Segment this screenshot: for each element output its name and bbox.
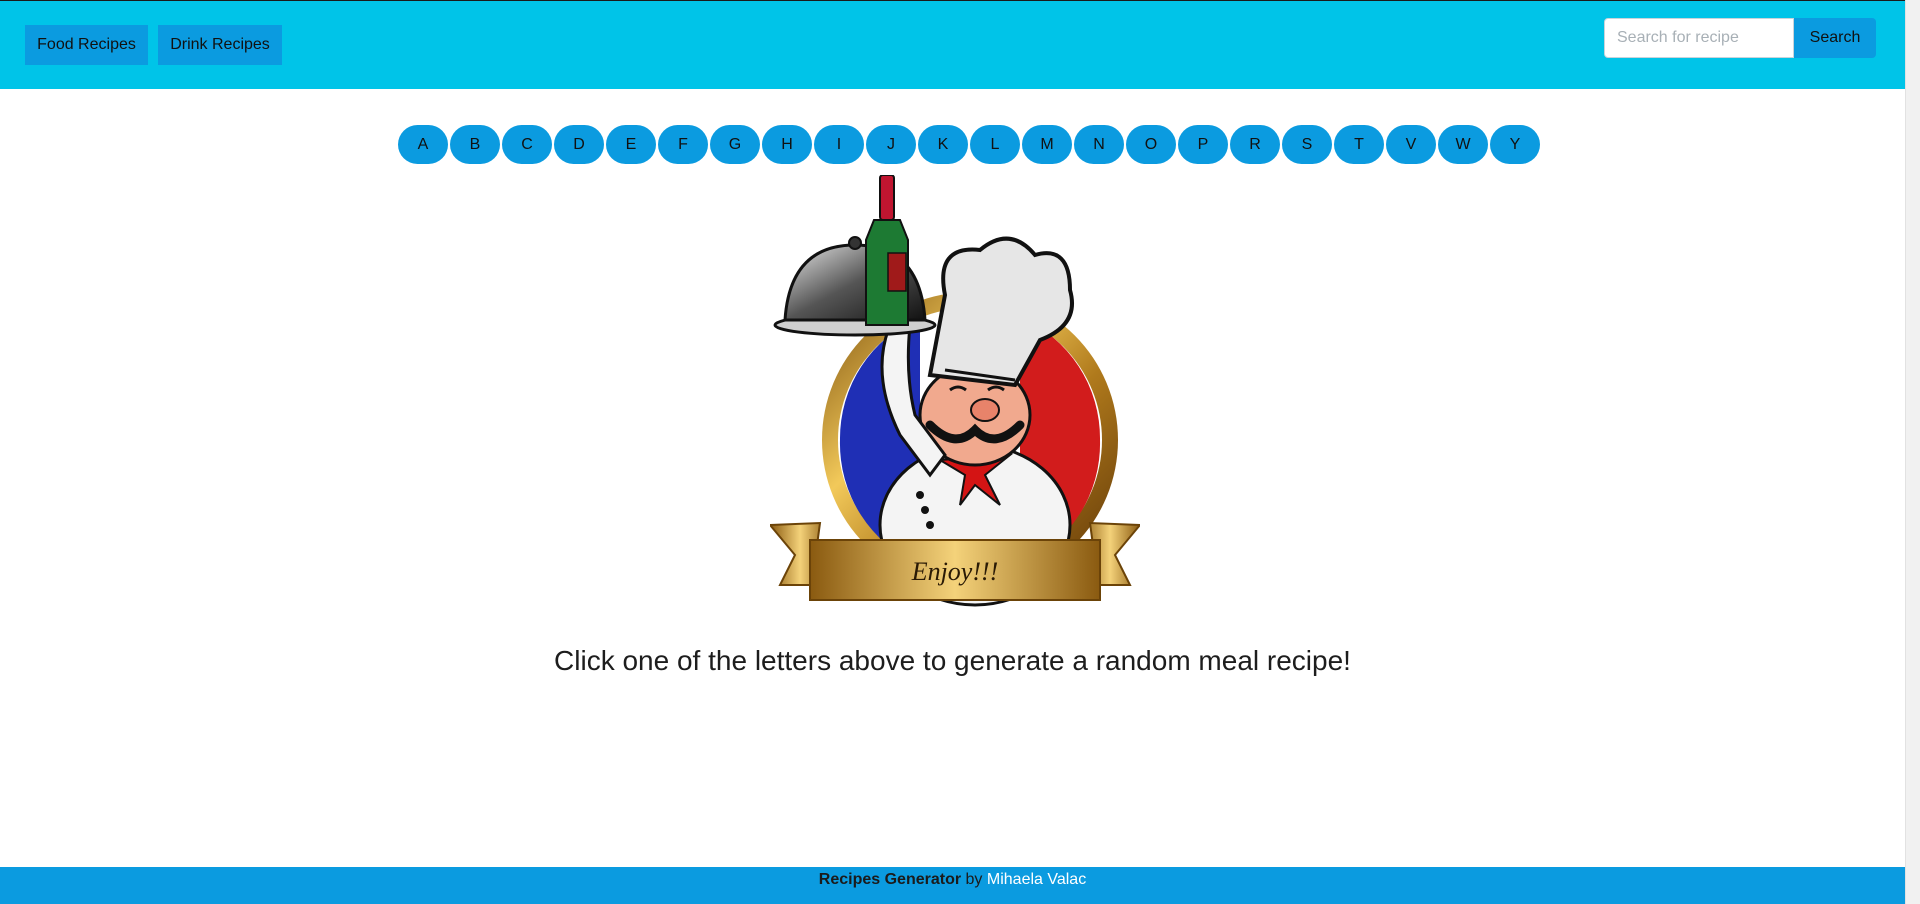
search-input[interactable] xyxy=(1604,18,1794,58)
letter-button-a[interactable]: A xyxy=(398,125,448,164)
ribbon-text: Enjoy!!! xyxy=(911,557,999,586)
chef-illustration: Enjoy!!! xyxy=(770,175,1140,607)
letter-button-m[interactable]: M xyxy=(1022,125,1072,164)
letter-button-o[interactable]: O xyxy=(1126,125,1176,164)
letter-button-v[interactable]: V xyxy=(1386,125,1436,164)
food-recipes-button[interactable]: Food Recipes xyxy=(25,25,148,65)
letter-buttons: ABCDEFGHIJKLMNOPRSTVWY xyxy=(398,125,1540,164)
letter-button-l[interactable]: L xyxy=(970,125,1020,164)
letter-button-j[interactable]: J xyxy=(866,125,916,164)
footer-brand: Recipes Generator xyxy=(818,871,962,888)
letter-button-r[interactable]: R xyxy=(1230,125,1280,164)
instruction-text: Click one of the letters above to genera… xyxy=(554,645,1351,676)
letter-button-p[interactable]: P xyxy=(1178,125,1228,164)
search-button[interactable]: Search xyxy=(1794,18,1876,58)
letter-button-d[interactable]: D xyxy=(554,125,604,164)
footer: Recipes Generator by Mihaela Valac xyxy=(0,867,1905,904)
letter-button-g[interactable]: G xyxy=(710,125,760,164)
letter-button-t[interactable]: T xyxy=(1334,125,1384,164)
letter-button-s[interactable]: S xyxy=(1282,125,1332,164)
top-navbar: Food Recipes Drink Recipes Search xyxy=(0,0,1905,89)
letter-button-h[interactable]: H xyxy=(762,125,812,164)
footer-author-link[interactable]: Mihaela Valac xyxy=(987,871,1086,888)
letter-button-n[interactable]: N xyxy=(1074,125,1124,164)
letter-button-i[interactable]: I xyxy=(814,125,864,164)
letter-button-y[interactable]: Y xyxy=(1490,125,1540,164)
letter-button-e[interactable]: E xyxy=(606,125,656,164)
letter-button-f[interactable]: F xyxy=(658,125,708,164)
drink-recipes-button[interactable]: Drink Recipes xyxy=(158,25,282,65)
letter-button-c[interactable]: C xyxy=(502,125,552,164)
page: Food Recipes Drink Recipes Search ABCDEF… xyxy=(0,0,1905,904)
footer-by: by xyxy=(965,871,983,888)
page-scrollbar[interactable] xyxy=(1905,0,1920,904)
letter-button-w[interactable]: W xyxy=(1438,125,1488,164)
letter-button-b[interactable]: B xyxy=(450,125,500,164)
letter-button-k[interactable]: K xyxy=(918,125,968,164)
